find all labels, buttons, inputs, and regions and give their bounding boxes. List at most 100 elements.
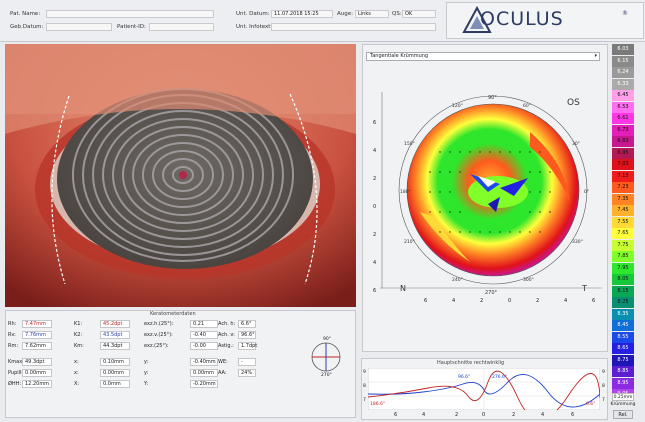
compass-top-label: 90° <box>323 337 331 342</box>
map-deg-tick: 240° <box>452 278 463 283</box>
kdata-label: Astig.: <box>218 343 234 349</box>
scale-value: 6.95 <box>612 147 634 159</box>
kdata-label: y: <box>144 370 149 376</box>
kdata-value: 44.3dpt <box>100 342 130 350</box>
scale-value: 8.25 <box>612 297 634 308</box>
relative-button[interactable]: Rel. <box>613 410 633 419</box>
kdata-value: 7.62mm <box>22 342 52 350</box>
scale-value: 6.83 <box>612 136 634 147</box>
map-type-value: Tangentiale Krümmung <box>370 53 429 59</box>
scale-value: 7.13 <box>612 170 634 182</box>
profile-chart <box>368 368 600 410</box>
scale-value: 8.75 <box>612 354 634 366</box>
scale-value: 6.61 <box>612 113 634 124</box>
kdata-label: K2: <box>74 332 83 338</box>
kdata-value: 6.6° <box>238 320 256 328</box>
kdata-value: 0.00mm <box>100 369 130 377</box>
profile-x-tick: 4 <box>422 412 426 418</box>
profile-title: Hauptschnitte rechtwinklig <box>437 360 505 366</box>
profile-x-tick: 6 <box>571 412 575 418</box>
kdata-value: -0.40 <box>190 331 218 339</box>
scale-value: 7.35 <box>612 193 634 205</box>
map-x-tick: 6 <box>592 298 596 304</box>
kdata-label: Y: <box>144 381 149 387</box>
dob-field[interactable] <box>46 23 112 31</box>
kdata-label: x: <box>74 370 79 376</box>
profile-label-b: 276.6° <box>492 375 508 380</box>
map-y-tick: 4 <box>373 260 377 266</box>
kdata-value: 45.2dpt <box>100 320 130 328</box>
kdata-value: 43.5dpt <box>100 331 130 339</box>
map-deg-tick: 210° <box>404 240 415 245</box>
qs-field: OK <box>402 10 436 18</box>
kdata-label: y: <box>144 359 149 365</box>
scale-value: 8.35 <box>612 308 634 320</box>
scale-value: 7.65 <box>612 228 634 239</box>
exam-date-label: Unt. Datum: <box>236 11 270 17</box>
scale-value: 6.73 <box>612 124 634 136</box>
patient-id-field[interactable] <box>149 23 214 31</box>
kdata-label: X: <box>74 381 80 387</box>
kdata-label: Rm: <box>8 343 19 349</box>
kdata-label: exz.h.(25°): <box>144 321 174 327</box>
kdata-label: Ach. h: <box>218 321 236 327</box>
profile-x-tick: 2 <box>455 412 459 418</box>
kdata-value: 7.76mm <box>22 331 52 339</box>
patient-name-field[interactable] <box>46 10 214 18</box>
kdata-value: 12.20mm <box>22 380 52 388</box>
kdata-label: Rv: <box>8 332 16 338</box>
scale-value: 7.95 <box>612 262 634 274</box>
scale-value: 7.55 <box>612 216 634 228</box>
map-deg-tick: 120° <box>452 104 463 109</box>
profile-x-tick: 2 <box>512 412 516 418</box>
profile-y-tick-right: 8 <box>602 384 605 389</box>
kdata-value: -0.40mm <box>190 358 218 366</box>
map-y-tick: 0 <box>373 204 377 210</box>
profile-x-tick: 4 <box>541 412 545 418</box>
scale-value: 8.55 <box>612 331 634 343</box>
eye-field: Links <box>355 10 389 18</box>
eye-image <box>5 44 356 307</box>
patient-id-label: Patient-ID: <box>117 24 146 30</box>
scale-unit: 0.25mm <box>612 393 634 401</box>
kdata-value: -0.20mm <box>190 380 218 388</box>
kdata-label: exz.v.(25°): <box>144 332 173 338</box>
exam-date-field: 11.07.2018 15:25 <box>271 10 333 18</box>
scale-value: 8.95 <box>612 377 634 389</box>
eye-label: Auge: <box>337 11 353 17</box>
qs-label: QS: <box>392 11 402 17</box>
map-deg-tick: 150° <box>404 142 415 147</box>
topography-map <box>380 92 602 289</box>
scale-value: 6.03 <box>612 44 634 55</box>
map-x-tick: 4 <box>564 298 568 304</box>
scale-mode: Krümmung <box>610 402 636 407</box>
keratometer-title: Keratometerdaten <box>150 311 196 317</box>
map-x-tick: 2 <box>536 298 540 304</box>
scale-value: 6.53 <box>612 101 634 113</box>
profile-label-right: 6.6° <box>586 402 596 407</box>
kdata-value: -0.00 <box>190 342 218 350</box>
map-y-tick: 2 <box>373 232 377 238</box>
map-deg-bottom: 270° <box>485 290 498 296</box>
profile-x-tick: 0 <box>482 412 486 418</box>
scale-value: 6.33 <box>612 78 634 90</box>
patient-name-label: Pat. Name: <box>10 11 41 17</box>
scale-value: 6.24 <box>612 67 634 78</box>
keratometer-panel <box>5 310 356 418</box>
map-deg-top: 90° <box>488 95 497 101</box>
profile-y-tick: 9 <box>363 370 366 375</box>
kdata-label: K1: <box>74 321 83 327</box>
kdata-value: 49.3dpt <box>22 358 52 366</box>
scale-value: 8.15 <box>612 285 634 297</box>
compass-bottom-label: 270° <box>321 373 332 378</box>
profile-y-tick: 8 <box>363 384 366 389</box>
scale-value: 6.15 <box>612 55 634 67</box>
placido-eye-image <box>5 44 356 307</box>
profile-y-tick-right: 9 <box>602 370 605 375</box>
kdata-label: WE: <box>218 359 228 365</box>
scale-value: 8.05 <box>612 274 634 285</box>
exam-comment-field[interactable] <box>271 23 436 31</box>
map-type-dropdown[interactable]: Tangentiale Krümmung ▾ <box>366 52 600 61</box>
chevron-down-icon: ▾ <box>594 53 597 59</box>
kdata-value: 0.00mm <box>190 369 218 377</box>
